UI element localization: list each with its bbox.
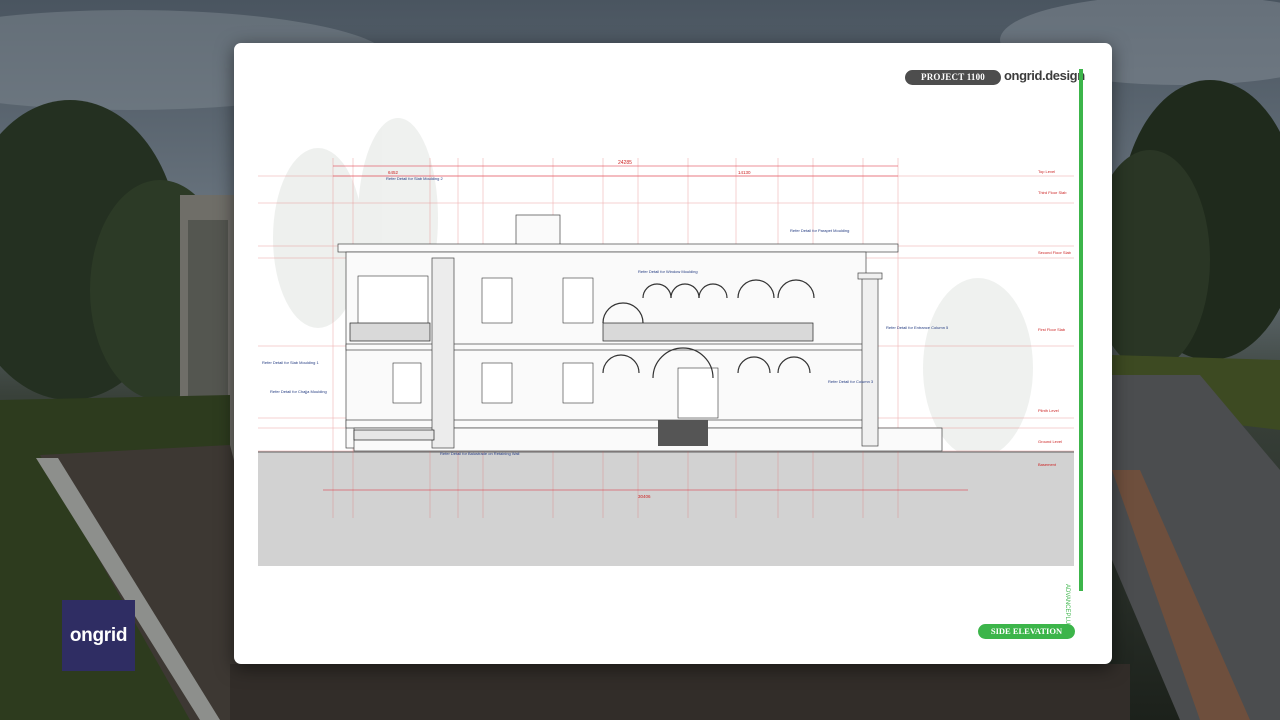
callout-slab-moulding-2: Refer Detail for Slab Moulding 2 [386,176,443,181]
level-basement: Basement [1038,462,1057,467]
level-third-floor: Third Floor Slab [1038,190,1067,195]
entrance-steps [658,420,708,446]
level-second-floor: Second Floor Slab [1038,250,1072,255]
dimension-top-2: 14130 [738,170,751,175]
callout-parapet-moulding: Refer Detail for Parapet Moulding [790,228,849,233]
callout-column-3: Refer Detail for Column 3 [828,379,874,384]
level-plinth: Plinth Level [1038,408,1059,413]
sheet-title-label: SIDE ELEVATION [978,624,1075,639]
level-top: Top Level [1038,169,1055,174]
brand-logo: ongrid.design [1004,68,1085,83]
sheet-border-accent [1079,69,1083,591]
level-first-floor: First Floor Slab [1038,327,1066,332]
dimension-bottom-total: 30406 [638,494,651,499]
dimension-top-1: 6452 [388,170,399,175]
callout-slab-moulding-1: Refer Detail for Slab Moulding 1 [262,360,319,365]
side-elevation-drawing: 24285 6452 14130 30406 Refer Detail for … [258,118,1074,566]
project-label: PROJECT 1100 [905,70,1001,85]
callout-window-moulding: Refer Detail for Window Moulding [638,269,698,274]
callout-entrance-column: Refer Detail for Entrance Column 5 [886,325,949,330]
ground-section [258,451,1074,566]
level-ground: Ground Level [1038,439,1062,444]
callout-balustrade: Refer Detail for Balustrade on Retaining… [440,451,520,456]
callout-chajja-moulding: Refer Detail for Chajja Moulding [270,389,327,394]
ongrid-logo: ongrid [62,600,135,671]
overall-dimension: 24285 [618,160,632,166]
